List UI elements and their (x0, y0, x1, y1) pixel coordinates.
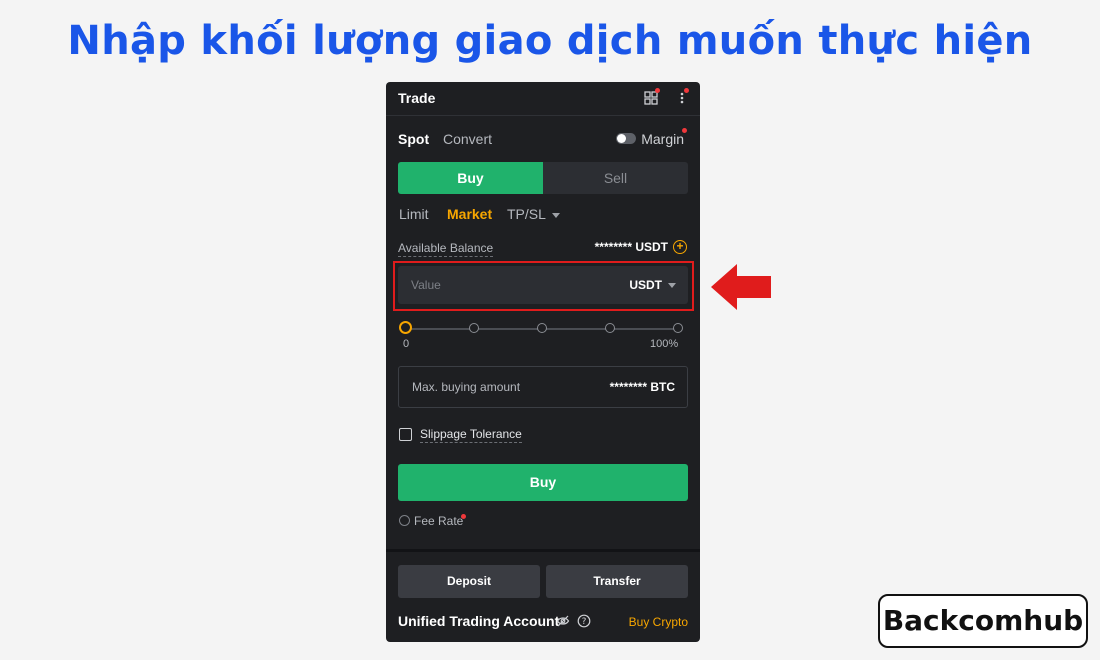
tpsl-label: TP/SL (507, 206, 546, 222)
sell-tab[interactable]: Sell (543, 162, 688, 194)
grid-icon[interactable] (644, 88, 660, 105)
fee-rate-label[interactable]: Fee Rate (414, 514, 463, 528)
max-buying-label: Max. buying amount (412, 380, 521, 394)
trade-panel: Trade Spot Convert Margin Buy Sell Limit… (386, 82, 700, 642)
unified-account-label: Unified Trading Account (398, 613, 560, 629)
order-type-tpsl[interactable]: TP/SL (507, 206, 560, 222)
slider-step-25[interactable] (469, 323, 479, 333)
deposit-button[interactable]: Deposit (398, 565, 540, 598)
slider-handle[interactable] (399, 321, 412, 334)
fee-icon (399, 515, 410, 526)
transfer-button[interactable]: Transfer (546, 565, 688, 598)
brand-logo: Backcomhub (878, 594, 1088, 648)
available-balance-value: ******** USDT (594, 240, 668, 254)
notification-dot (655, 88, 660, 93)
margin-notification-dot (682, 128, 687, 133)
buy-sell-switch: Buy Sell (398, 162, 688, 194)
notification-dot (684, 88, 689, 93)
tab-convert[interactable]: Convert (443, 131, 492, 147)
more-vertical-icon[interactable] (675, 88, 689, 105)
svg-text:?: ? (582, 617, 587, 627)
chevron-down-icon (551, 212, 560, 218)
panel-title: Trade (398, 90, 436, 106)
red-arrow-icon (711, 264, 771, 310)
slider-max-label: 100% (650, 338, 679, 350)
margin-label-text: Margin (641, 131, 684, 147)
max-buying-value: ******** BTC (609, 380, 675, 394)
margin-label: Margin (641, 131, 684, 147)
order-type-limit[interactable]: Limit (399, 206, 429, 222)
buy-tab[interactable]: Buy (398, 162, 543, 194)
buy-button[interactable]: Buy (398, 464, 688, 501)
slider-step-100[interactable] (673, 323, 683, 333)
help-icon[interactable]: ? (577, 614, 591, 628)
eye-hidden-icon[interactable] (556, 614, 570, 628)
tab-spot[interactable]: Spot (398, 131, 429, 147)
slider-step-75[interactable] (605, 323, 615, 333)
margin-toggle[interactable] (616, 133, 636, 144)
value-input-highlight (393, 261, 694, 311)
plus-circle-icon[interactable]: + (673, 240, 687, 254)
divider (386, 549, 700, 552)
slider-step-50[interactable] (537, 323, 547, 333)
max-buying-field: Max. buying amount ******** BTC (398, 366, 688, 408)
buy-crypto-link[interactable]: Buy Crypto (629, 615, 688, 629)
available-balance-label: Available Balance (398, 241, 494, 257)
tutorial-heading: Nhập khối lượng giao dịch muốn thực hiện (67, 18, 1033, 64)
order-type-market[interactable]: Market (447, 206, 492, 222)
panel-header: Trade (386, 82, 700, 116)
fee-notification-dot (461, 514, 466, 519)
slider-min-label: 0 (403, 338, 410, 350)
slippage-checkbox[interactable] (399, 428, 412, 441)
slippage-label[interactable]: Slippage Tolerance (420, 427, 522, 443)
